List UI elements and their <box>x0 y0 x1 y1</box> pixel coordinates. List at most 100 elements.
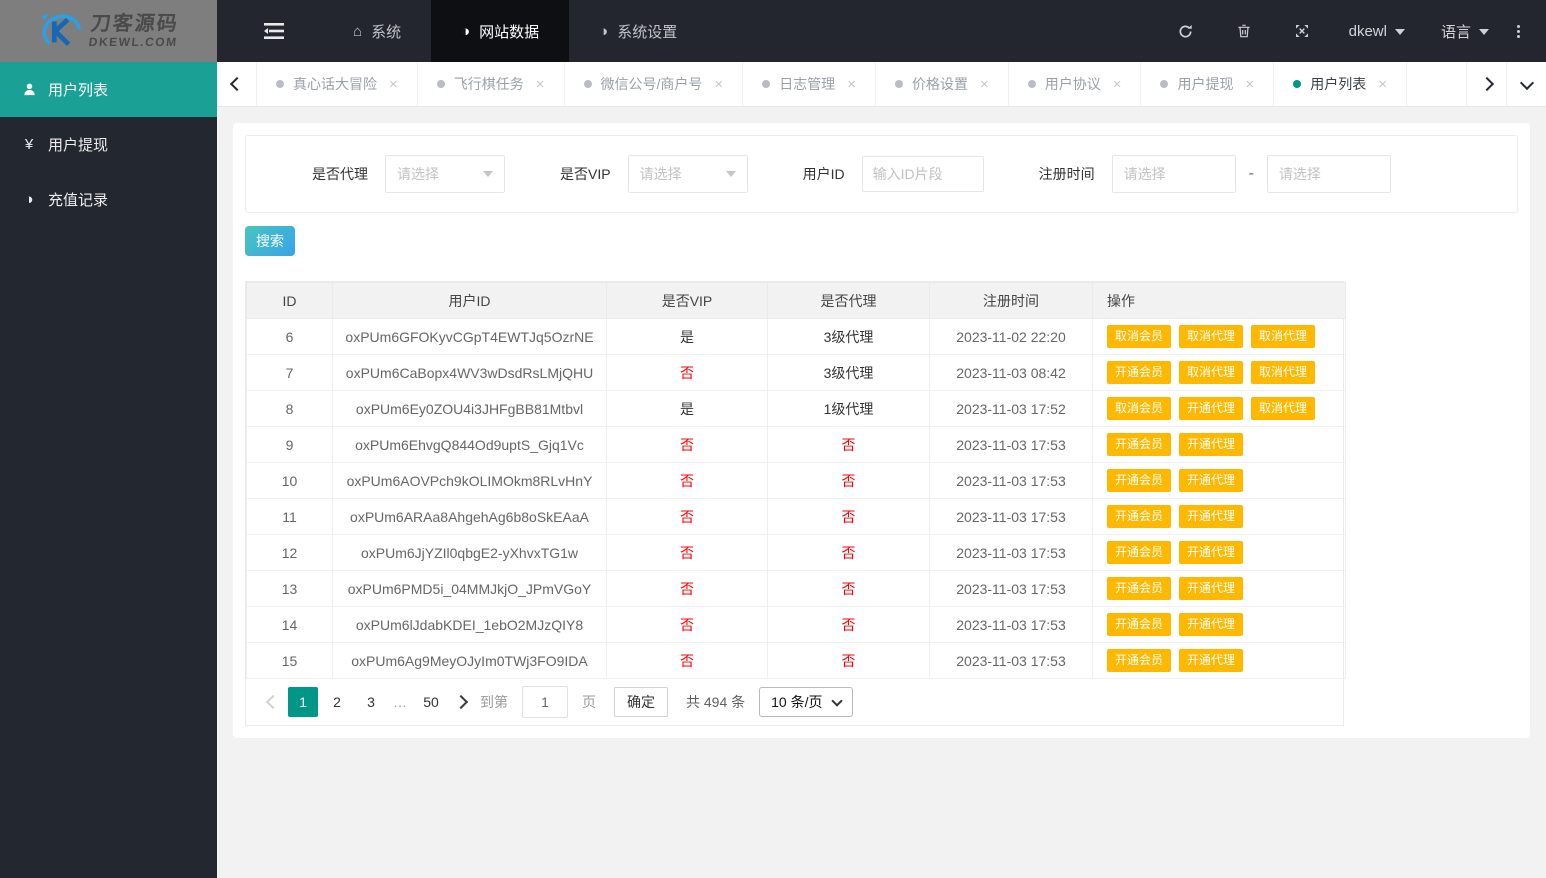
row-action-button[interactable]: 开通会员 <box>1107 505 1172 528</box>
page-button-3[interactable]: 3 <box>356 687 386 717</box>
search-button[interactable]: 搜索 <box>245 226 295 256</box>
cell-reg-time: 2023-11-03 17:53 <box>929 462 1093 499</box>
row-action-button[interactable]: 取消代理 <box>1251 325 1316 348</box>
nav-item-3[interactable]: ◑ 系统设置 <box>569 0 707 62</box>
goto-page-input[interactable] <box>522 686 568 718</box>
cell-user-id: oxPUm6ARAa8AhgehAg6b8oSkEAaA <box>332 498 607 535</box>
row-action-button[interactable]: 开通会员 <box>1107 649 1172 672</box>
tab-bar: 真心话大冒险 × 飞行棋任务 × 微信公号/商户号 × 日志管理 × 价格设置 × 用户协议 × 用户提… <box>217 62 1546 107</box>
table-row: 12 oxPUm6JjYZIl0qbgE2-yXhvxTG1w 否否 2023-11-… <box>246 534 1346 571</box>
cell-reg-time: 2023-11-03 17:53 <box>929 642 1093 679</box>
next-page-button[interactable] <box>448 687 474 717</box>
row-action-button[interactable]: 开通会员 <box>1107 469 1172 492</box>
tab-close-icon[interactable]: × <box>1378 76 1387 93</box>
cell-reg-time: 2023-11-03 17:53 <box>929 498 1093 535</box>
tabs-menu-button[interactable] <box>1506 62 1546 106</box>
row-action-button[interactable]: 开通代理 <box>1179 613 1244 636</box>
filter-reg-time: 注册时间 请选择 - 请选择 <box>1039 155 1391 193</box>
row-action-button[interactable]: 开通代理 <box>1179 433 1244 456</box>
cell-vip: 否 <box>606 642 768 679</box>
cell-agent: 否 <box>767 498 930 535</box>
row-action-button[interactable]: 开通会员 <box>1107 361 1172 384</box>
row-action-button[interactable]: 取消代理 <box>1179 361 1244 384</box>
tab-close-icon[interactable]: × <box>389 76 398 93</box>
tab-close-icon[interactable]: × <box>1113 76 1122 93</box>
tab-close-icon[interactable]: × <box>847 76 856 93</box>
more-menu-button[interactable] <box>1507 23 1536 40</box>
nav-item-1[interactable]: ⌂ 系统 <box>323 0 431 62</box>
confirm-page-button[interactable]: 确定 <box>614 687 668 717</box>
tab-close-icon[interactable]: × <box>980 76 989 93</box>
row-action-button[interactable]: 取消会员 <box>1107 325 1172 348</box>
cell-id: 14 <box>246 606 333 643</box>
tab-1[interactable]: 真心话大冒险 × <box>257 62 418 106</box>
cell-vip: 是 <box>606 318 768 355</box>
cell-vip: 否 <box>606 462 768 499</box>
language-menu[interactable]: 语言 <box>1423 21 1507 42</box>
tab-8[interactable]: 用户列表 × <box>1274 62 1408 106</box>
tab-5[interactable]: 价格设置 × <box>876 62 1009 106</box>
row-action-button[interactable]: 取消代理 <box>1179 325 1244 348</box>
tab-4[interactable]: 日志管理 × <box>743 62 876 106</box>
tab-close-icon[interactable]: × <box>536 76 545 93</box>
row-action-button[interactable]: 开通代理 <box>1179 397 1244 420</box>
cell-agent: 3级代理 <box>767 318 930 355</box>
kebab-menu-icon <box>1517 24 1520 38</box>
row-action-button[interactable]: 开通代理 <box>1179 469 1244 492</box>
cell-user-id: oxPUm6CaBopx4WV3wDsdRsLMjQHU <box>332 354 607 391</box>
tabs-scroll-right-button[interactable] <box>1466 62 1506 106</box>
row-action-button[interactable]: 开通代理 <box>1179 649 1244 672</box>
reg-time-start-picker[interactable]: 请选择 <box>1111 155 1236 193</box>
tab-close-icon[interactable]: × <box>1245 76 1254 93</box>
vip-select[interactable]: 请选择 <box>627 155 748 193</box>
goto-label: 到第 <box>480 694 508 710</box>
row-action-button[interactable]: 开通代理 <box>1179 505 1244 528</box>
cell-id: 6 <box>246 318 333 355</box>
tab-6[interactable]: 用户协议 × <box>1009 62 1142 106</box>
cell-user-id: oxPUm6GFOKyvCGpT4EWTJq5OzrNE <box>332 318 607 355</box>
chevron-down-icon <box>830 694 843 707</box>
clear-cache-button[interactable] <box>1215 0 1273 62</box>
cell-id: 11 <box>246 498 333 535</box>
prev-page-button[interactable] <box>260 687 286 717</box>
row-action-button[interactable]: 开通代理 <box>1179 541 1244 564</box>
caret-down-icon <box>483 171 493 182</box>
cell-id: 8 <box>246 390 333 427</box>
sidebar-item-3[interactable]: ◑ 充值记录 <box>0 172 217 227</box>
brand-logo[interactable]: 刀客源码 DKEWL.COM <box>0 0 217 62</box>
cell-user-id: oxPUm6JjYZIl0qbgE2-yXhvxTG1w <box>332 534 607 571</box>
row-action-button[interactable]: 开通代理 <box>1179 577 1244 600</box>
cell-actions: 取消会员 开通代理 取消代理 <box>1092 390 1346 427</box>
page-size-select[interactable]: 10 条/页 <box>759 687 853 717</box>
tab-3[interactable]: 微信公号/商户号 × <box>565 62 744 106</box>
agent-select[interactable]: 请选择 <box>385 155 505 193</box>
tab-2[interactable]: 飞行棋任务 × <box>418 62 565 106</box>
filter-agent-label: 是否代理 <box>312 166 368 182</box>
sidebar-item-1[interactable]: 用户列表 <box>0 62 217 117</box>
row-action-button[interactable]: 开通会员 <box>1107 541 1172 564</box>
page-button-1[interactable]: 1 <box>288 687 318 717</box>
row-action-button[interactable]: 开通会员 <box>1107 613 1172 636</box>
tab-status-dot <box>894 80 903 88</box>
row-action-button[interactable]: 开通会员 <box>1107 577 1172 600</box>
sidebar-collapse-button[interactable] <box>245 0 303 62</box>
user-menu[interactable]: dkewl <box>1331 23 1423 40</box>
row-action-button[interactable]: 开通会员 <box>1107 433 1172 456</box>
tab-7[interactable]: 用户提现 × <box>1141 62 1275 106</box>
reg-time-end-picker[interactable]: 请选择 <box>1266 155 1391 193</box>
cell-agent: 否 <box>767 426 930 463</box>
sidebar-item-2[interactable]: ¥ 用户提现 <box>0 117 217 172</box>
row-action-button[interactable]: 取消代理 <box>1251 361 1316 384</box>
table-row: 13 oxPUm6PMD5i_04MMJkjO_JPmVGoY 否否 2023-11-… <box>246 570 1346 607</box>
row-action-button[interactable]: 取消会员 <box>1107 397 1172 420</box>
user-id-input[interactable] <box>861 156 984 192</box>
user-table-container: ID 用户ID 是否VIP 是否代理 注册时间 操作 6 oxPUm6GFOKyvCGpT4… <box>245 281 1346 726</box>
refresh-button[interactable] <box>1156 0 1215 62</box>
nav-item-2[interactable]: ◑ 网站数据 <box>431 0 570 62</box>
page-button-50[interactable]: 50 <box>416 687 446 717</box>
row-action-button[interactable]: 取消代理 <box>1251 397 1316 420</box>
fullscreen-button[interactable] <box>1273 0 1331 62</box>
tabs-scroll-left-button[interactable] <box>217 62 257 106</box>
page-button-2[interactable]: 2 <box>322 687 352 717</box>
tab-close-icon[interactable]: × <box>714 76 723 93</box>
